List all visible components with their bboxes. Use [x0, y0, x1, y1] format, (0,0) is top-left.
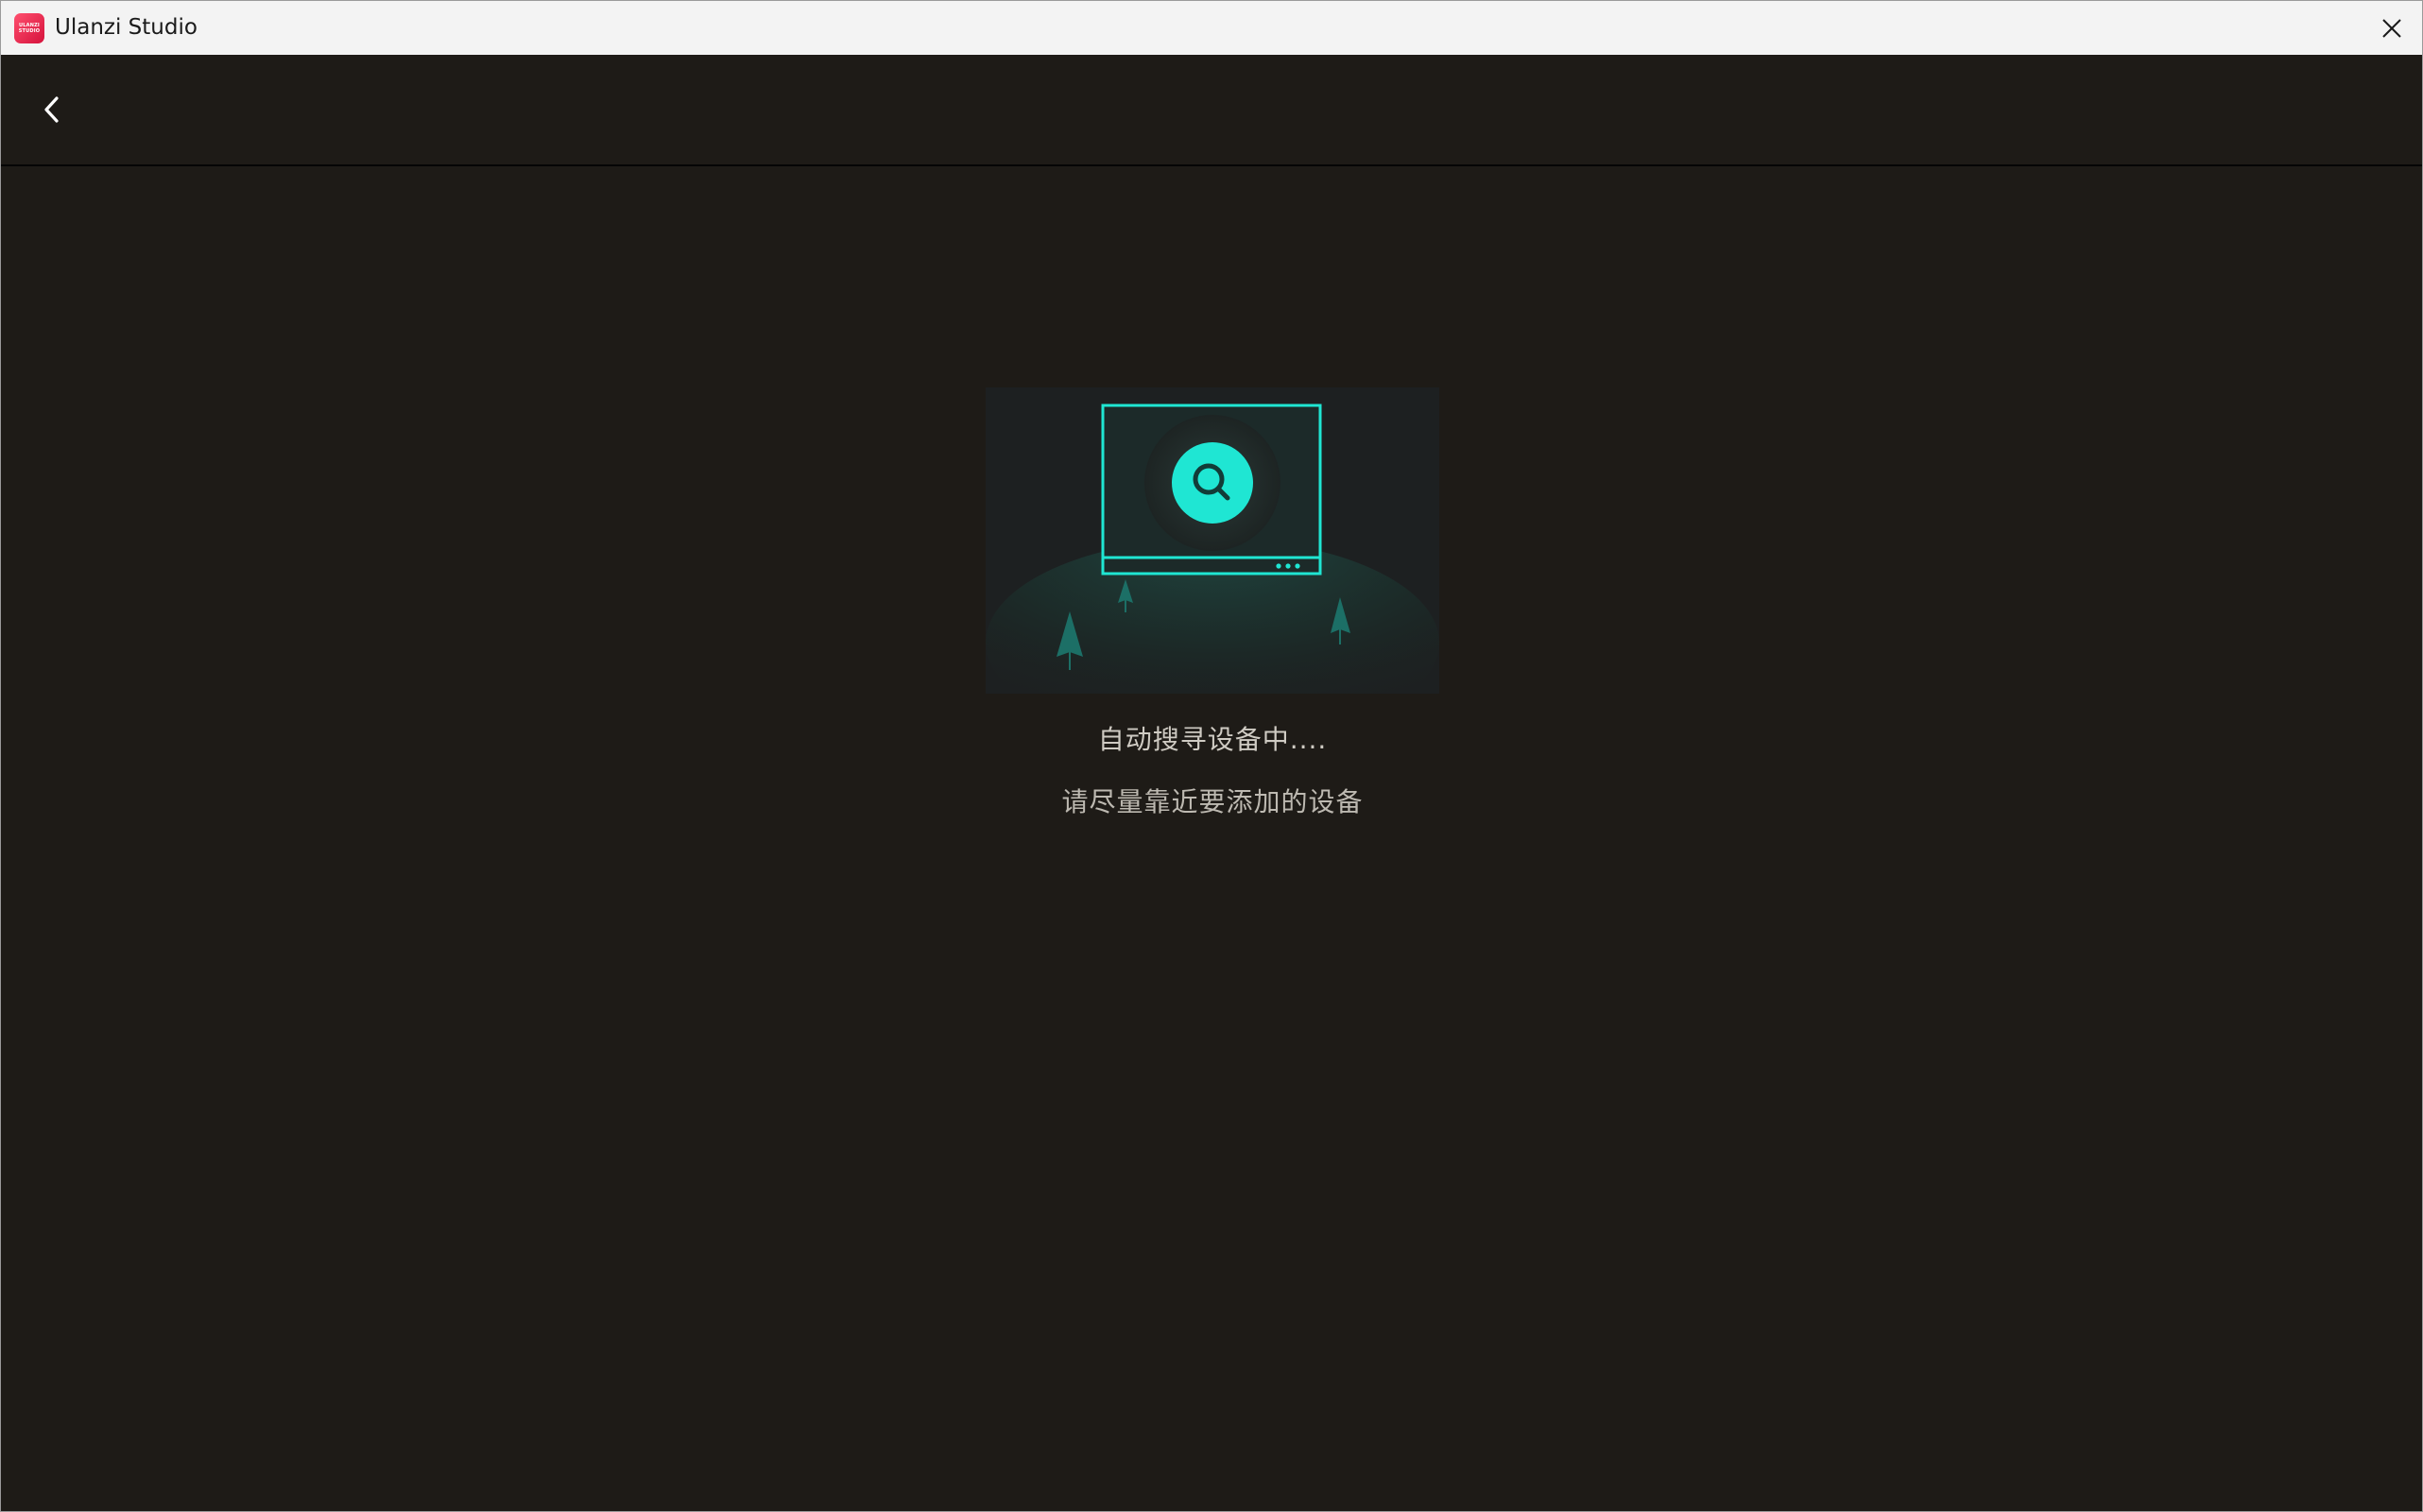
search-status-text: 自动搜寻设备中.... [1097, 724, 1328, 755]
app-icon-text: ULANZI STUDIO [18, 23, 41, 34]
chevron-left-icon [44, 96, 59, 123]
close-button[interactable] [2362, 1, 2422, 55]
ulanzi-logo-icon: ULANZI STUDIO [14, 13, 44, 43]
device-search-panel [1, 166, 2422, 1511]
navigation-bar [1, 55, 2422, 166]
search-hint-text: 请尽量靠近要添加的设备 [1061, 786, 1364, 817]
app-window: ULANZI STUDIO Ulanzi Studio 自动搜寻设备中.... … [0, 0, 2423, 1512]
back-button[interactable] [33, 91, 71, 129]
device-search-illustration [986, 387, 1439, 747]
window-title: Ulanzi Studio [55, 15, 198, 40]
title-bar: ULANZI STUDIO Ulanzi Studio [1, 1, 2422, 55]
close-icon [2382, 18, 2401, 38]
